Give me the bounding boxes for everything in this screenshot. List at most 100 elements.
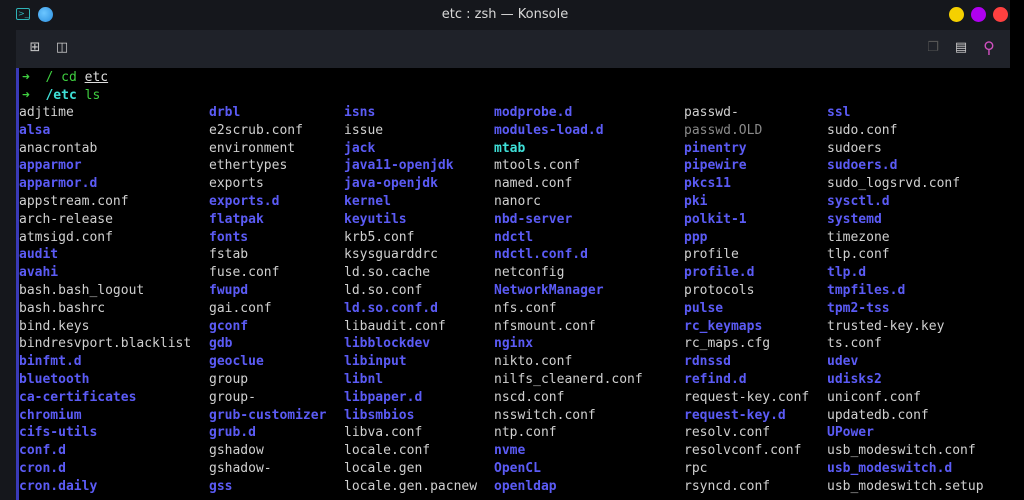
file-entry: usb_modeswitch.setup [827, 478, 984, 494]
file-entry: resolv.conf [684, 425, 771, 441]
minimize-button[interactable] [949, 7, 964, 22]
file-entry: e2scrub.conf [209, 122, 303, 138]
directory-entry: sysctl.d [827, 193, 890, 209]
file-entry: rsyncd.conf [684, 478, 771, 494]
prompt-arrow-icon: ➜ [22, 70, 30, 85]
directory-entry: modprobe.d [494, 105, 573, 120]
file-entry: rc_maps.cfg [684, 336, 771, 352]
directory-entry: tlp.d [827, 265, 867, 281]
file-entry: environment [209, 140, 296, 156]
directory-entry: profile.d [684, 265, 755, 281]
directory-entry: UPower [827, 425, 874, 441]
directory-entry: audit [19, 247, 59, 263]
directory-entry: cron.d [19, 460, 66, 476]
file-entry: nsswitch.conf [494, 407, 596, 423]
directory-entry: NetworkManager [494, 282, 604, 298]
file-entry: fuse.conf [209, 265, 280, 281]
file-entry: atmsigd.conf [19, 229, 113, 245]
directory-entry: jack [344, 140, 376, 156]
symlink-entry: mtab [494, 140, 526, 156]
file-entry: tlp.conf [827, 247, 890, 263]
file-entry: libva.conf [344, 425, 423, 441]
close-button[interactable] [993, 7, 1008, 22]
directory-entry: ppp [684, 229, 708, 245]
file-entry: gshadow- [209, 460, 272, 476]
toolbar: ⊞ ◫ ❐ ▤ ⚲ [16, 30, 1010, 68]
directory-entry: flatpak [209, 211, 264, 227]
ls-column: passwd-passwd.OLD pinentry pipewire pkcs11 p… [684, 104, 809, 496]
directory-entry: rdnssd [684, 354, 731, 370]
file-entry: fstab [209, 247, 249, 263]
directory-entry: refind.d [684, 371, 747, 387]
file-entry: issue [344, 122, 384, 138]
file-entry: request-key.conf [684, 389, 810, 405]
directory-entry: modules-load.d [494, 122, 604, 138]
file-entry: anacrontab [19, 140, 98, 156]
prompt-command: cd [61, 70, 77, 85]
prompt-dir: / [45, 70, 54, 85]
paste-icon[interactable]: ▤ [952, 39, 970, 57]
file-entry: locale.gen [344, 460, 423, 476]
file-entry: protocols [684, 282, 755, 298]
file-entry: ts.conf [827, 336, 882, 352]
directory-entry: cifs-utils [19, 425, 98, 441]
file-entry: group [209, 371, 249, 387]
file-entry: sudoers [827, 140, 882, 156]
file-entry: locale.conf [344, 443, 431, 459]
directory-entry: bluetooth [19, 371, 90, 387]
file-entry: netconfig [494, 265, 565, 281]
file-entry: gshadow [209, 443, 264, 459]
directory-entry: nvme [494, 443, 526, 459]
file-entry: timezone [827, 229, 890, 245]
file-entry: group- [209, 389, 256, 405]
file-entry: passwd.OLD [684, 122, 763, 138]
copy-icon[interactable]: ❐ [924, 39, 942, 57]
file-entry: nscd.conf [494, 389, 565, 405]
maximize-button[interactable] [971, 7, 986, 22]
directory-entry: avahi [19, 265, 59, 281]
file-entry: updatedb.conf [827, 407, 929, 423]
file-entry: arch-release [19, 211, 113, 227]
prompt-arg: etc [84, 70, 109, 85]
prompt-arrow-icon: ➜ [22, 88, 30, 103]
directory-entry: libpaper.d [344, 389, 423, 405]
file-entry: resolvconf.conf [684, 443, 802, 459]
file-entry: rpc [684, 460, 708, 476]
file-entry: ld.so.cache [344, 265, 431, 281]
file-entry: appstream.conf [19, 193, 129, 209]
directory-entry: keyutils [344, 211, 407, 227]
file-entry: sudo.conf [827, 122, 898, 138]
directory-entry: grub-customizer [209, 407, 327, 423]
directory-entry: fwupd [209, 282, 249, 298]
directory-entry: conf.d [19, 443, 66, 459]
file-entry: adjtime [19, 105, 74, 120]
prompt-line: ➜ /etc ls [22, 87, 100, 105]
directory-entry: ld.so.conf.d [344, 300, 438, 316]
directory-entry: polkit-1 [684, 211, 747, 227]
ls-column: isns issue jack java11-openjdk java-openjdk k… [344, 104, 477, 496]
directory-entry: apparmor [19, 158, 82, 174]
directory-entry: ndctl.conf.d [494, 247, 588, 263]
file-entry: ksysguarddrc [344, 247, 438, 263]
directory-entry: ssl [827, 105, 851, 120]
prompt-command: ls [84, 88, 101, 103]
file-entry: uniconf.conf [827, 389, 921, 405]
file-entry: gai.conf [209, 300, 272, 316]
file-entry: trusted-key.key [827, 318, 945, 334]
file-entry: nanorc [494, 193, 541, 209]
directory-entry: pipewire [684, 158, 747, 174]
ls-column: ssl sudo.conf sudoers sudoers.d sudo_logsrvd… [827, 104, 984, 496]
directory-entry: openldap [494, 478, 557, 494]
directory-entry: exports.d [209, 193, 280, 209]
search-icon[interactable]: ⚲ [980, 39, 998, 57]
new-tab-icon[interactable]: ⊞ [26, 39, 44, 57]
file-entry: bash.bash_logout [19, 282, 145, 298]
file-entry: nilfs_cleanerd.conf [494, 371, 643, 387]
directory-entry: libsmbios [344, 407, 415, 423]
directory-entry: grub.d [209, 425, 256, 441]
split-view-icon[interactable]: ◫ [53, 39, 71, 57]
file-entry: mtools.conf [494, 158, 581, 174]
terminal-output[interactable]: ➜ / cd etc ➜ /etc ls adjtime alsa anacront… [16, 68, 1010, 500]
directory-entry: udisks2 [827, 371, 882, 387]
file-entry: bind.keys [19, 318, 90, 334]
